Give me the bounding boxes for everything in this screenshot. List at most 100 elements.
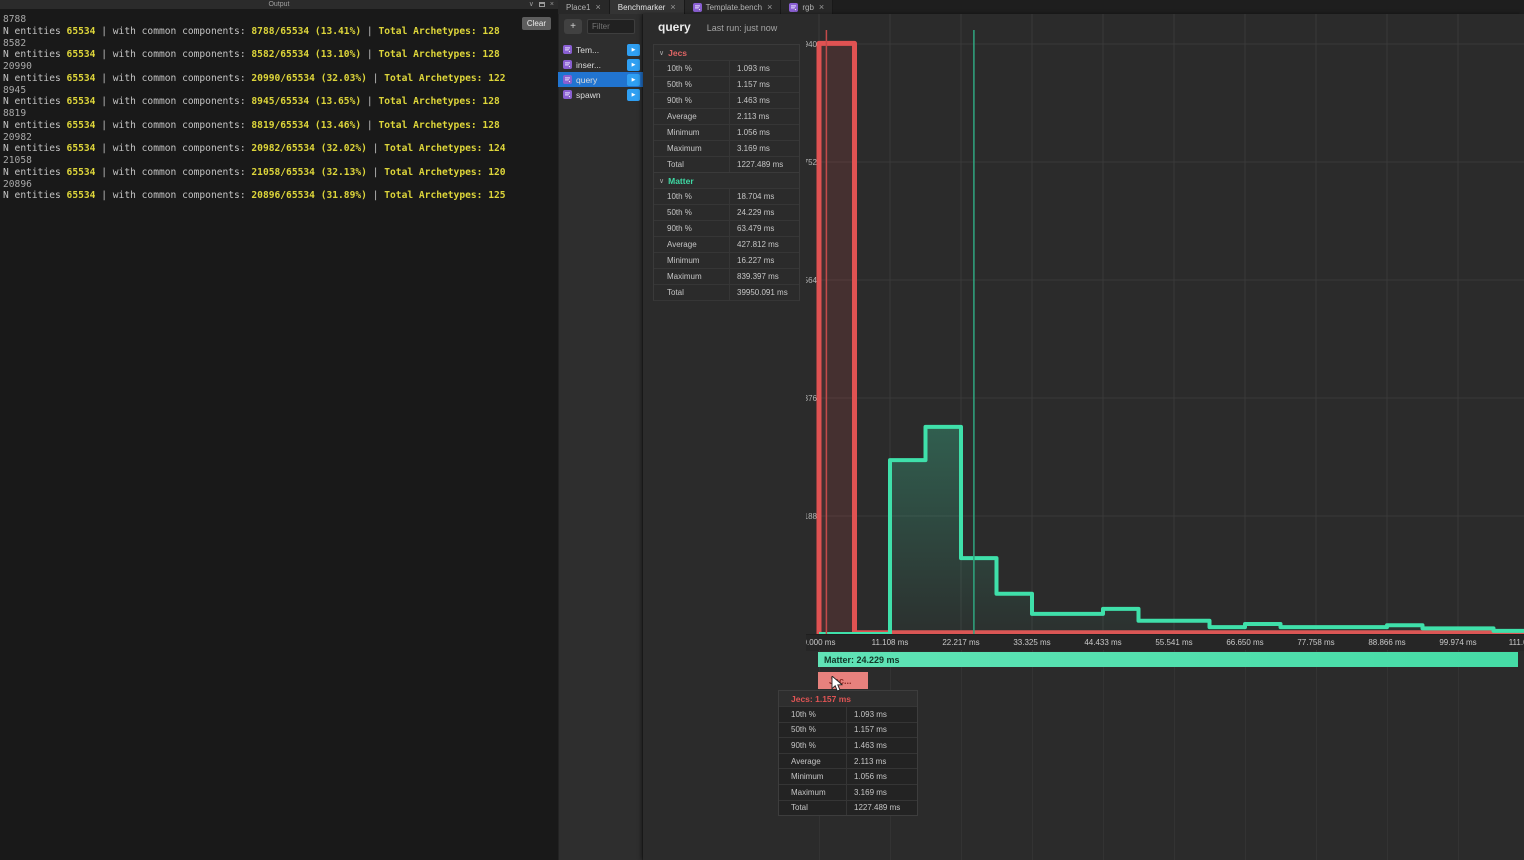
benchmark-file-icon [563,60,572,69]
stat-value: 1.157 ms [729,77,799,92]
stat-value: 1.157 ms [846,723,917,738]
stat-label: 10th % [654,61,729,76]
tooltip-row: Minimum1.056 ms [779,768,917,784]
stats-row: Minimum16.227 ms [654,252,799,268]
tab-place1[interactable]: Place1× [558,0,610,14]
tab-template-bench[interactable]: Template.bench × [685,0,782,14]
output-line: N entities 65534 | with common component… [3,190,558,202]
tooltip-row: 50th %1.157 ms [779,722,917,738]
benchmark-title: query [658,20,691,34]
sidebar-item-inser[interactable]: inser...▶ [558,57,643,72]
y-tick-label: 188 [806,512,818,521]
chevron-down-icon: ∨ [659,49,664,57]
mouse-cursor-icon [831,676,844,693]
tab-benchmarker[interactable]: Benchmarker× [610,0,685,14]
x-tick-label: 0.000 ms [806,638,835,647]
y-tick-label: 564 [806,276,818,285]
benchmark-list-panel: + Tem...▶inser...▶query▶spawn▶ [558,14,643,860]
output-panel: Output ∨ × Clear 8788N entities 65534 | … [0,0,558,860]
sidebar-item-query[interactable]: query ▶ [558,72,643,87]
stat-label: Maximum [654,141,729,156]
tab-label: Template.bench [706,3,762,12]
stats-section-header-jecs[interactable]: ∨ Jecs [654,44,799,60]
stats-row: Total39950.091 ms [654,284,799,300]
stats-row: Maximum3.169 ms [654,140,799,156]
stat-label: Total [779,801,846,816]
clear-output-button[interactable]: Clear [522,17,551,30]
run-benchmark-button[interactable]: ▶ [627,44,640,56]
stat-value: 1.093 ms [846,707,917,722]
x-tick-label: 66.650 ms [1226,638,1263,647]
output-line-count: 20896 [3,179,558,191]
stats-section-name: Jecs [668,48,687,58]
tooltip-row: Total1227.489 ms [779,800,917,816]
stat-label: 90th % [654,221,729,236]
popout-icon[interactable] [539,2,545,7]
stat-value: 39950.091 ms [729,285,799,300]
output-line: N entities 65534 | with common component… [3,73,558,85]
stat-value: 16.227 ms [729,253,799,268]
x-tick-label: 111.083 ms [1509,638,1524,647]
matter-result-bar[interactable]: Matter: 24.229 ms [818,652,1518,667]
stats-row: 90th %1.463 ms [654,92,799,108]
tooltip-row: Maximum3.169 ms [779,784,917,800]
stat-label: Maximum [654,269,729,284]
stat-value: 24.229 ms [729,205,799,220]
sidebar-item-spawn[interactable]: spawn▶ [558,87,643,102]
stat-label: Average [654,237,729,252]
histogram-svg: 188376564752940 [806,14,1524,634]
close-tab-icon[interactable]: × [767,3,772,12]
stat-value: 2.113 ms [729,109,799,124]
output-line: N entities 65534 | with common component… [3,120,558,132]
tooltip-row: 10th %1.093 ms [779,706,917,722]
stats-row: Total1227.489 ms [654,156,799,172]
output-line-count: 20982 [3,132,558,144]
stat-value: 3.169 ms [846,785,917,800]
collapse-output-icon[interactable]: ∨ [529,1,534,8]
tooltip-row: 90th %1.463 ms [779,737,917,753]
stat-label: 10th % [654,189,729,204]
stat-value: 1.056 ms [729,125,799,140]
stat-value: 1.463 ms [729,93,799,108]
output-line-count: 8945 [3,85,558,97]
gridline [1387,650,1388,860]
stat-label: 90th % [654,93,729,108]
output-line-count: 20990 [3,61,558,73]
close-tab-icon[interactable]: × [819,3,824,12]
tab-rgb[interactable]: rgb× [781,0,833,14]
benchmarker-app: Output ∨ × Clear 8788N entities 65534 | … [0,0,1524,860]
stats-section-header-matter[interactable]: ∨Matter [654,172,799,188]
benchmark-file-icon [693,3,702,12]
histogram-chart[interactable]: 188376564752940 [806,14,1524,634]
close-tab-icon[interactable]: × [670,3,675,12]
stat-value: 1227.489 ms [846,801,917,816]
output-line: N entities 65534 | with common component… [3,167,558,179]
run-benchmark-button[interactable]: ▶ [627,74,640,86]
stat-value: 839.397 ms [729,269,799,284]
output-line-count: 8582 [3,38,558,50]
filter-input[interactable] [587,19,635,34]
output-line: N entities 65534 | with common component… [3,49,558,61]
result-header: query Last run: just now [658,20,777,34]
run-benchmark-button[interactable]: ▶ [627,89,640,101]
run-benchmark-button[interactable]: ▶ [627,59,640,71]
stats-row: Average427.812 ms [654,236,799,252]
x-tick-label: 22.217 ms [942,638,979,647]
close-tab-icon[interactable]: × [595,3,600,12]
gridline [1458,650,1459,860]
gridline [961,650,962,860]
benchmark-file-icon [789,3,798,12]
stat-label: Average [779,754,846,769]
x-tick-label: 33.325 ms [1013,638,1050,647]
add-benchmark-button[interactable]: + [564,19,582,34]
close-output-icon[interactable]: × [550,1,554,8]
x-tick-label: 11.108 ms [872,638,909,647]
sidebar-item-Tem[interactable]: Tem... ▶ [558,42,643,57]
benchmark-item-label: query [576,75,597,85]
benchmark-item-label: Tem... [576,45,599,55]
stats-row: 90th %63.479 ms [654,220,799,236]
stat-value: 18.704 ms [729,189,799,204]
output-line: N entities 65534 | with common component… [3,143,558,155]
x-tick-label: 77.758 ms [1297,638,1334,647]
gridline [1103,650,1104,860]
